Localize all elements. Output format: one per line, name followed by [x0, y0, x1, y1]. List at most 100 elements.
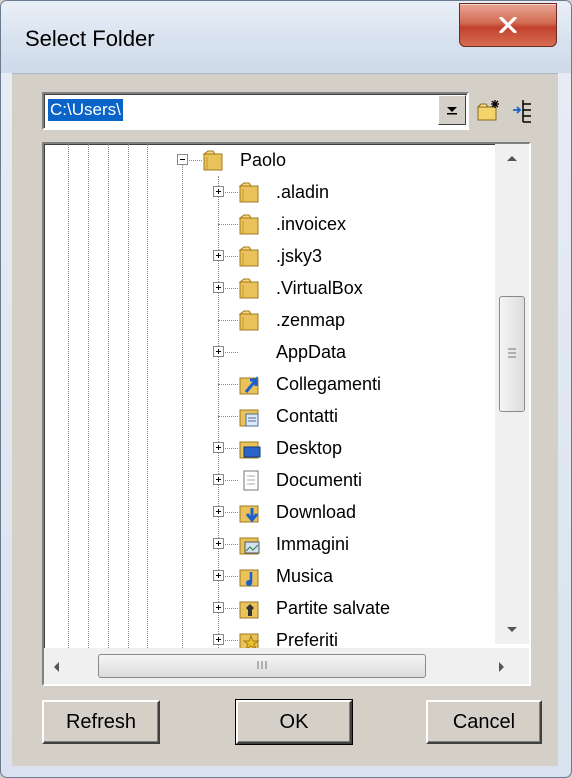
expand-icon[interactable]: [213, 442, 224, 453]
expand-icon[interactable]: [213, 250, 224, 261]
tree-item-zenmap[interactable]: .zenmap: [44, 304, 514, 336]
tree-item-jsky3[interactable]: .jsky3: [44, 240, 514, 272]
folder-icon: [238, 278, 259, 299]
scroll-down-icon[interactable]: [506, 626, 518, 634]
tree-item-immagini[interactable]: Immagini: [44, 528, 514, 560]
tree-item-label: Documenti: [276, 470, 363, 490]
horizontal-scroll-thumb[interactable]: [98, 654, 426, 678]
expand-icon[interactable]: [213, 634, 224, 645]
tree-options-button[interactable]: [508, 96, 538, 126]
tree-item-label: .zenmap: [276, 310, 346, 330]
cancel-button[interactable]: Cancel: [426, 700, 542, 744]
folder-icon: [238, 246, 259, 267]
tree-item-virtualbox[interactable]: .VirtualBox: [44, 272, 514, 304]
tree-item-label: Desktop: [276, 438, 343, 458]
tree-item-collegamenti[interactable]: Collegamenti: [44, 368, 514, 400]
folder-icon: [238, 214, 259, 235]
tree-item-label: Collegamenti: [276, 374, 382, 394]
tree-view-icon: [513, 100, 531, 123]
tree-connector: [189, 160, 202, 161]
grip-icon: [508, 348, 516, 358]
tree-item-label: Contatti: [276, 406, 339, 426]
path-combobox[interactable]: C:\Users\: [42, 92, 469, 130]
expand-icon[interactable]: [213, 538, 224, 549]
tree-item-invoicex[interactable]: .invoicex: [44, 208, 514, 240]
collapse-icon[interactable]: [177, 154, 188, 165]
tree-item-label: Paolo: [240, 150, 287, 170]
expand-icon[interactable]: [213, 282, 224, 293]
saved-games-folder-icon: [239, 601, 259, 619]
documents-folder-icon: [243, 470, 259, 491]
tree-item-label: Immagini: [276, 534, 350, 554]
scroll-left-icon[interactable]: [52, 661, 60, 673]
folder-icon: [238, 310, 259, 331]
desktop-folder-icon: [239, 441, 261, 459]
tree-item-download[interactable]: Download: [44, 496, 514, 528]
contacts-folder-icon: [239, 409, 259, 427]
tree-item-documenti[interactable]: Documenti: [44, 464, 514, 496]
expand-icon[interactable]: [213, 186, 224, 197]
tree-item-contatti[interactable]: Contatti: [44, 400, 514, 432]
tree-item-label: .jsky3: [276, 246, 323, 266]
scroll-right-icon[interactable]: [498, 661, 506, 673]
vertical-scroll-thumb[interactable]: [499, 296, 525, 412]
pictures-folder-icon: [239, 537, 260, 555]
expand-icon[interactable]: [213, 346, 224, 357]
refresh-button[interactable]: Refresh: [42, 700, 160, 744]
tree-item-aladin[interactable]: .aladin: [44, 176, 514, 208]
tree-connector: [218, 320, 238, 321]
tree-connector: [225, 512, 238, 513]
downloads-folder-icon: [239, 505, 259, 523]
links-folder-icon: [239, 375, 259, 395]
tree-item-label: .VirtualBox: [276, 278, 363, 298]
horizontal-scrollbar[interactable]: [44, 648, 529, 684]
vertical-scrollbar[interactable]: [495, 144, 529, 644]
expand-icon[interactable]: [213, 602, 224, 613]
path-value[interactable]: C:\Users\: [48, 99, 123, 121]
folder-icon: [238, 182, 259, 203]
tree-item-label: .invoicex: [276, 214, 347, 234]
tree-item-desktop[interactable]: Desktop: [44, 432, 514, 464]
close-icon: [499, 17, 517, 33]
title-bar[interactable]: Select Folder: [1, 1, 571, 73]
tree-connector: [218, 416, 238, 417]
tree-connector: [225, 640, 238, 641]
new-folder-icon: [476, 100, 499, 121]
tree-connector: [225, 544, 238, 545]
tree-connector: [225, 576, 238, 577]
folder-tree[interactable]: Paolo .aladin .invoicex .jsky3 .VirtualBox .z…: [42, 142, 531, 686]
tree-connector: [225, 448, 238, 449]
tree-item-label: .aladin: [276, 182, 330, 202]
tree-item-paolo[interactable]: Paolo: [44, 144, 514, 176]
tree-connector: [218, 384, 238, 385]
tree-connector: [225, 352, 238, 353]
music-folder-icon: [239, 569, 259, 587]
tree-connector: [225, 256, 238, 257]
expand-icon[interactable]: [213, 506, 224, 517]
window-title: Select Folder: [25, 26, 155, 51]
tree-connector: [225, 192, 238, 193]
tree-item-label: AppData: [276, 342, 347, 362]
tree-connector: [225, 288, 238, 289]
tree-item-label: Musica: [276, 566, 334, 586]
tree-item-musica[interactable]: Musica: [44, 560, 514, 592]
close-button[interactable]: [459, 3, 557, 47]
tree-item-partite-salvate[interactable]: Partite salvate: [44, 592, 514, 624]
tree-connector: [218, 224, 238, 225]
grip-icon: [257, 661, 267, 669]
new-folder-button[interactable]: [474, 96, 504, 126]
tree-item-label: Download: [276, 502, 357, 522]
dialog-body: C:\Users\ Paolo .aladin .invoicex .jsky3…: [12, 73, 558, 766]
expand-icon[interactable]: [213, 570, 224, 581]
ok-button[interactable]: OK: [235, 699, 353, 745]
expand-icon[interactable]: [213, 474, 224, 485]
tree-connector: [225, 480, 238, 481]
scroll-up-icon[interactable]: [506, 154, 518, 162]
tree-item-label: Partite salvate: [276, 598, 391, 618]
tree-connector: [225, 608, 238, 609]
tree-item-appdata[interactable]: AppData: [44, 336, 514, 368]
folder-icon: [202, 150, 223, 171]
combo-dropdown-button[interactable]: [438, 95, 466, 125]
select-folder-dialog: Select Folder C:\Users\ Paolo .aladin .i…: [0, 0, 572, 778]
chevron-down-icon: [447, 107, 457, 115]
